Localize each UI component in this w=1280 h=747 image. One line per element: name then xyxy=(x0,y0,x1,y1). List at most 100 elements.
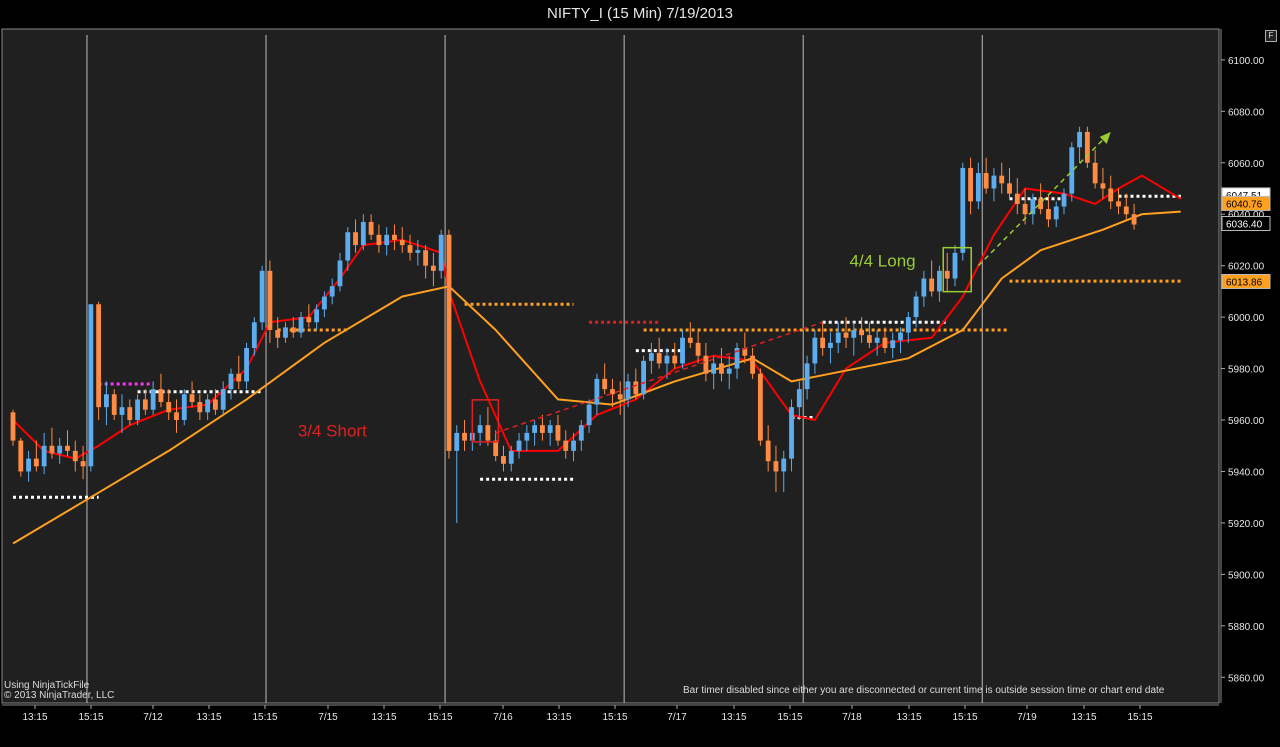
candle-body xyxy=(150,389,156,410)
candle-body xyxy=(633,381,639,395)
candle-body xyxy=(454,432,460,451)
candle-body xyxy=(244,347,249,382)
candle-body xyxy=(719,363,724,374)
candle-body xyxy=(1100,183,1106,189)
candle-body xyxy=(88,304,94,467)
candle-body xyxy=(353,232,358,246)
candle-body xyxy=(952,252,958,279)
candle-body xyxy=(602,378,608,390)
candle-body xyxy=(415,250,421,253)
candle-body xyxy=(820,337,826,348)
candle-body xyxy=(314,309,320,323)
plot-area xyxy=(1,28,1220,704)
candle-body xyxy=(251,322,257,348)
candle-body xyxy=(205,399,211,413)
candle-body xyxy=(672,355,678,364)
x-tick-label: 7/19 xyxy=(1017,712,1037,723)
candle-body xyxy=(563,440,569,451)
candle-body xyxy=(298,317,304,333)
candle-body xyxy=(1077,131,1082,148)
candle-body xyxy=(111,394,117,415)
candle-body xyxy=(33,458,39,467)
candle-body xyxy=(975,173,981,202)
x-tick-label: 13:15 xyxy=(721,712,746,723)
y-tick-label: 6000.00 xyxy=(1228,313,1265,324)
candle-body xyxy=(127,407,133,421)
candle-body xyxy=(890,340,896,348)
candle-body xyxy=(983,173,989,189)
candle-body xyxy=(695,342,701,356)
candle-body xyxy=(360,221,366,246)
price-marker-label: 6040.76 xyxy=(1226,199,1263,210)
candle-body xyxy=(26,458,31,472)
y-tick-label: 6020.00 xyxy=(1228,262,1265,273)
candle-body xyxy=(905,317,911,333)
candle-body xyxy=(166,402,172,413)
candle-body xyxy=(1131,214,1137,225)
x-tick-label: 15:15 xyxy=(252,712,277,723)
candle-body xyxy=(1007,183,1012,194)
candle-body xyxy=(680,337,685,364)
candle-body xyxy=(851,329,857,338)
candle-body xyxy=(220,389,226,410)
candle-body xyxy=(648,353,654,361)
candle-body xyxy=(213,399,218,410)
candle-body xyxy=(1046,209,1051,220)
x-tick-label: 7/15 xyxy=(318,712,338,723)
candle-body xyxy=(944,270,950,279)
y-tick-label: 5920.00 xyxy=(1228,519,1265,530)
candle-body xyxy=(384,234,390,246)
x-tick-label: 13:15 xyxy=(196,712,221,723)
candle-body xyxy=(1123,206,1129,215)
price-chart[interactable]: 3/4 Short 4/4 Long 6100.00 6080.00 6060.00 6… xyxy=(0,0,1280,747)
candle-body xyxy=(306,317,312,323)
candle-body xyxy=(158,389,164,403)
candle-body xyxy=(10,412,16,441)
candle-body xyxy=(337,260,343,287)
x-tick-label: 15:15 xyxy=(1127,712,1152,723)
candle-body xyxy=(236,373,242,382)
candle-body xyxy=(539,425,545,433)
candle-body xyxy=(259,270,265,323)
y-tick-label: 5980.00 xyxy=(1228,365,1265,376)
candle-body xyxy=(750,355,756,374)
candle-body xyxy=(1092,162,1098,184)
candle-body xyxy=(485,425,491,441)
x-tick-label: 7/16 xyxy=(493,712,513,723)
candle-body xyxy=(960,167,966,253)
candle-body xyxy=(571,440,576,451)
copyright-note: © 2013 NinjaTrader, LLC xyxy=(4,690,115,701)
candle-body xyxy=(882,337,888,348)
annotation-label: 3/4 Short xyxy=(298,421,367,440)
price-marker: 6040.76 xyxy=(1221,195,1271,211)
x-tick-label: 15:15 xyxy=(427,712,452,723)
x-tick-label: 13:15 xyxy=(22,712,47,723)
candle-body xyxy=(625,381,631,400)
candle-body xyxy=(1108,188,1114,202)
candle-body xyxy=(104,394,109,408)
candle-body xyxy=(41,445,47,467)
y-tick-label: 5880.00 xyxy=(1228,622,1265,633)
candle-body xyxy=(1084,131,1090,163)
candle-body xyxy=(711,363,717,374)
candle-body xyxy=(547,425,553,433)
candle-body xyxy=(80,461,86,467)
candle-body xyxy=(874,337,880,343)
candle-body xyxy=(617,394,623,400)
candle-body xyxy=(329,286,335,297)
x-tick-label: 15:15 xyxy=(777,712,802,723)
candle-body xyxy=(423,250,429,266)
candle-body xyxy=(189,394,195,403)
candle-body xyxy=(586,404,592,426)
candle-body xyxy=(430,265,436,271)
y-tick-label: 6080.00 xyxy=(1228,107,1265,118)
candle-body xyxy=(1116,201,1121,207)
candle-body xyxy=(345,232,351,261)
annotation-label: 4/4 Long xyxy=(849,252,915,271)
candle-body xyxy=(368,221,374,235)
price-marker: 6013.86 xyxy=(1221,273,1271,289)
candle-body xyxy=(859,329,865,336)
x-tick-label: 7/18 xyxy=(842,712,862,723)
candle-body xyxy=(804,363,810,390)
candle-body xyxy=(703,355,709,374)
